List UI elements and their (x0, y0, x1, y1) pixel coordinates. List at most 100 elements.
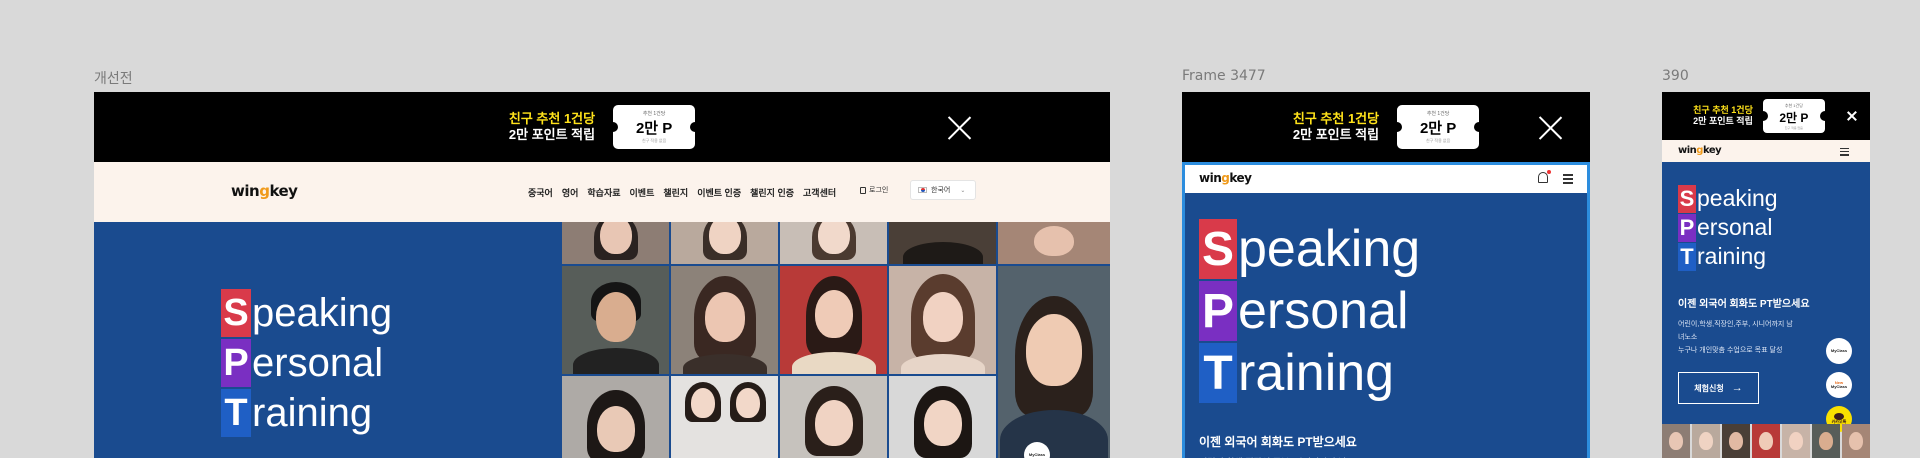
point-ticket: 추천 1건당 2만 P 친구 적용 없음 (608, 105, 701, 149)
letter-p: P (1678, 213, 1696, 242)
letter-p: P (221, 339, 251, 387)
close-banner-icon[interactable] (948, 116, 972, 140)
language-select[interactable]: 한국어 ⌄ (910, 180, 976, 200)
promo-text: 친구 추천 1건당 2만 포인트 적립 (1293, 111, 1379, 144)
notification-dot-icon (1547, 170, 1551, 174)
letter-s: S (1678, 184, 1696, 213)
letter-p: P (1199, 281, 1237, 341)
point-ticket: 추천 1건당 2만 P 친구 적용 없음 (1392, 105, 1485, 149)
myclass-floating-button[interactable]: MyClass (1826, 338, 1852, 364)
hero-subheading: 이젠 외국어 회화도 PT받으세요 (1199, 435, 1357, 449)
nav-chinese[interactable]: 중국어 (528, 186, 553, 199)
hero-description-line-2: 녀노소 (1678, 334, 1698, 341)
close-banner-icon[interactable] (1847, 111, 1856, 120)
letter-s: S (221, 289, 251, 337)
bell-icon[interactable] (1538, 172, 1548, 183)
hero-description-line-1: 어린이,학생,직장인,주부, 시니어까지 남 (1678, 321, 1793, 328)
tutor-photo (889, 376, 996, 458)
training-rest: raining (1697, 243, 1767, 269)
nav-event[interactable]: 이벤트 (630, 186, 655, 199)
frame-label-mobile: 390 (1662, 68, 1689, 84)
login-link[interactable]: 로그인 (860, 185, 888, 195)
ticket-main: 2만 P (635, 120, 673, 137)
logo[interactable]: wingkey (1199, 171, 1252, 185)
logo[interactable]: wingkey (231, 182, 298, 200)
trial-signup-button[interactable]: 체험신청 → (1678, 372, 1759, 404)
tutor-photo (998, 266, 1110, 458)
trial-signup-label: 체험신청 (1694, 383, 1724, 393)
chevron-down-icon: ⌄ (960, 187, 966, 194)
tutor-photo (671, 266, 778, 374)
menu-icon[interactable] (1563, 174, 1573, 184)
hero-line-speaking: S peaking (221, 288, 392, 338)
menu-icon[interactable] (1840, 148, 1849, 156)
tutor-photo (889, 222, 996, 264)
hero-title: S peaking P ersonal T raining (1199, 218, 1420, 404)
ticket-main: 2만 P (1419, 120, 1457, 137)
promo-line-2: 2만 포인트 적립 (1693, 116, 1753, 126)
promo-banner[interactable]: 친구 추천 1건당 2만 포인트 적립 추천 1건당 2만 P 친구 적용 없음 (94, 92, 1110, 162)
promo-line-1: 친구 추천 1건당 (1693, 104, 1753, 115)
promo-line-2: 2만 포인트 적립 (508, 127, 596, 142)
hero-subheading: 이젠 외국어 회화도 PT받으세요 (1678, 299, 1810, 310)
new-myclass-floating-button[interactable]: New MyClass (1826, 372, 1852, 398)
desktop-frame: 친구 추천 1건당 2만 포인트 적립 추천 1건당 2만 P 친구 적용 없음… (94, 92, 1110, 458)
letter-t: T (1199, 343, 1237, 403)
site-header: wingkey (1662, 140, 1870, 162)
logo[interactable]: wingkey (1678, 145, 1722, 156)
login-label: 로그인 (869, 187, 889, 194)
nav-materials[interactable]: 학습자료 (587, 186, 620, 199)
tutor-photo (780, 266, 887, 374)
close-banner-icon[interactable] (1539, 116, 1563, 140)
letter-t: T (1678, 242, 1696, 271)
promo-banner[interactable]: 친구 추천 1건당 2만 포인트 적립 추천 1건당 2만 P 친구 적용 없음 (1182, 92, 1590, 162)
promo-banner[interactable]: 친구 추천 1건당 2만 포인트 적립 추천 1건당 2만 P 친구 적용 없음 (1662, 92, 1870, 140)
nav-support[interactable]: 고객센터 (803, 186, 836, 199)
tutor-photo (1782, 424, 1810, 458)
tutor-photo (671, 222, 778, 264)
korea-flag-icon (918, 187, 927, 193)
site-header: wingkey (1185, 165, 1587, 193)
tutor-photo (998, 222, 1110, 264)
mobile-frame: 친구 추천 1건당 2만 포인트 적립 추천 1건당 2만 P 친구 적용 없음… (1662, 92, 1870, 458)
hero-title: S peaking P ersonal T raining (221, 288, 392, 438)
letter-s: S (1199, 219, 1237, 279)
tutor-photo (562, 376, 669, 458)
promo-text: 친구 추천 1건당 2만 포인트 적립 (509, 111, 595, 144)
tutor-photo (1752, 424, 1780, 458)
tutor-photo (1722, 424, 1750, 458)
hero-line-speaking: S peaking (1678, 184, 1778, 213)
hero-description-line-3: 누구나 개인맞춤 수업으로 목표 달성 (1678, 347, 1783, 354)
tablet-selected-area: wingkey S peaking P ersonal T raining 이젠… (1182, 162, 1590, 458)
hero-line-training: T raining (221, 388, 392, 438)
nav-challenge-proof[interactable]: 챌린지 인증 (750, 186, 794, 199)
promo-line-1: 친구 추천 1건당 (1292, 110, 1380, 126)
nav-challenge[interactable]: 챌린지 (663, 186, 688, 199)
ticket-top: 추천 1건당 (642, 111, 666, 117)
ticket-top: 추천 1건당 (1426, 111, 1450, 117)
frame-label-before: 개선전 (94, 71, 133, 87)
tutor-photo (889, 266, 996, 374)
tutor-photo-strip (1662, 424, 1870, 458)
hero-line-speaking: S peaking (1199, 218, 1420, 280)
frame-label-tablet: Frame 3477 (1182, 68, 1266, 84)
hero-line-personal: P ersonal (1199, 280, 1420, 342)
speaking-rest: peaking (1238, 220, 1421, 278)
speaking-rest: peaking (252, 290, 393, 335)
hero-line-training: T raining (1678, 242, 1778, 271)
nav-english[interactable]: 영어 (562, 186, 579, 199)
hero-line-training: T raining (1199, 342, 1420, 404)
training-rest: raining (1238, 344, 1395, 402)
personal-rest: ersonal (1238, 282, 1409, 340)
speaking-rest: peaking (1697, 185, 1778, 211)
hero-section: S peaking P ersonal T raining 이젠 외국어 회화도… (1185, 193, 1587, 458)
language-label: 한국어 (931, 187, 951, 194)
tutor-photo (1842, 424, 1870, 458)
tutor-photo (671, 376, 778, 458)
nav-event-proof[interactable]: 이벤트 인증 (697, 186, 741, 199)
lock-icon (860, 186, 866, 194)
tablet-frame: 친구 추천 1건당 2만 포인트 적립 추천 1건당 2만 P 친구 적용 없음… (1182, 92, 1590, 458)
tutor-photo (562, 222, 669, 264)
promo-line-1: 친구 추천 1건당 (508, 110, 596, 126)
hero-line-personal: P ersonal (221, 338, 392, 388)
